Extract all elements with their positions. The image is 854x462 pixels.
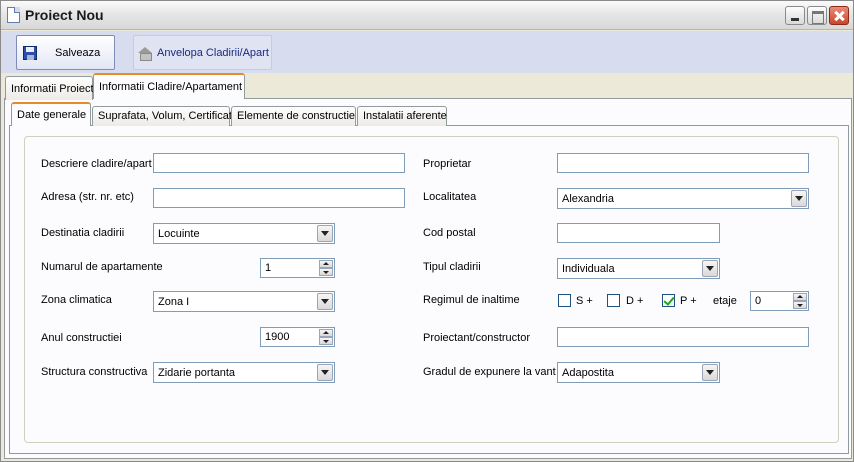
stepper-buttons [793,293,807,309]
tab-informatii-proiect-label: Informatii Proiect [11,83,94,95]
toolbar: Salveaza Anvelopa Cladirii/Apart [1,31,853,73]
d-checkbox[interactable] [607,294,620,307]
nr-apartamente-value: 1 [265,262,272,274]
save-button-label: Salveaza [55,47,101,59]
tab-date-generale[interactable]: Date generale [11,102,91,126]
tipul-label: Tipul cladirii [423,261,481,273]
cod-postal-label: Cod postal [423,227,476,239]
stepper-up-icon[interactable] [319,329,333,337]
floppy-disk-icon [23,46,37,60]
adresa-label: Adresa (str. nr. etc) [41,191,134,203]
stepper-up-icon[interactable] [793,293,807,301]
p-checkbox[interactable] [662,294,675,307]
descriere-label: Descriere cladire/apart [41,158,152,170]
proprietar-input[interactable] [557,153,809,173]
d-checkbox-label: D + [626,295,644,307]
project-window: Proiect Nou Salveaza Anvelopa Cladirii/A… [0,0,854,462]
chevron-down-icon[interactable] [702,260,718,277]
gradul-value: Adapostita [562,367,614,379]
title-bar[interactable]: Proiect Nou [1,1,853,30]
gradul-select[interactable]: Adapostita [557,362,720,383]
stepper-buttons [319,329,333,345]
tab-informatii-proiect[interactable]: Informatii Proiect [5,76,94,100]
localitatea-label: Localitatea [423,191,477,203]
anul-value: 1900 [265,331,290,343]
stepper-down-icon[interactable] [319,337,333,345]
maximize-button[interactable] [807,6,827,25]
building-envelope-button-label: Anvelopa Cladirii/Apart [157,47,269,59]
zona-climatica-select[interactable]: Zona I [153,291,335,312]
nr-apartamente-stepper[interactable]: 1 [260,258,335,278]
stepper-down-icon[interactable] [319,268,333,276]
tab-suprafata-label: Suprafata, Volum, Certificat [98,110,232,122]
destinatia-select[interactable]: Locuinte [153,223,335,244]
anul-stepper[interactable]: 1900 [260,327,335,347]
proiectant-input[interactable] [557,327,809,347]
structura-value: Zidarie portanta [158,367,236,379]
descriere-input[interactable] [153,153,405,173]
adresa-input[interactable] [153,188,405,208]
tab-elemente-constructie[interactable]: Elemente de constructie [231,106,356,126]
close-button[interactable] [829,6,849,25]
localitatea-value: Alexandria [562,193,614,205]
chevron-down-icon[interactable] [317,364,333,381]
window-title: Proiect Nou [25,7,104,23]
etaje-value: 0 [755,295,762,307]
zona-climatica-label: Zona climatica [41,294,112,306]
tab-elemente-constructie-label: Elemente de constructie [237,110,356,122]
s-checkbox[interactable] [558,294,571,307]
proiectant-label: Proiectant/constructor [423,332,530,344]
save-button[interactable]: Salveaza [16,35,115,70]
stepper-buttons [319,260,333,276]
s-checkbox-label: S + [576,295,593,307]
building-envelope-button[interactable]: Anvelopa Cladirii/Apart [133,35,272,70]
chevron-down-icon[interactable] [791,190,807,207]
minimize-button[interactable] [785,6,805,25]
gradul-label: Gradul de expunere la vant [423,366,556,378]
regimul-label: Regimul de inaltime [423,294,520,306]
house-icon [138,47,152,61]
zona-climatica-value: Zona I [158,296,190,308]
structura-select[interactable]: Zidarie portanta [153,362,335,383]
proprietar-label: Proprietar [423,158,472,170]
tab-instalatii-label: Instalatii aferente [363,110,447,122]
tab-date-generale-label: Date generale [17,109,87,121]
tipul-value: Individuala [562,263,615,275]
destinatia-label: Destinatia cladirii [41,227,125,239]
stepper-up-icon[interactable] [319,260,333,268]
localitatea-select[interactable]: Alexandria [557,188,809,209]
chevron-down-icon[interactable] [317,225,333,242]
chevron-down-icon[interactable] [317,293,333,310]
tipul-select[interactable]: Individuala [557,258,720,279]
tab-informatii-cladire[interactable]: Informatii Cladire/Apartament [93,73,245,99]
anul-label: Anul constructiei [41,332,122,344]
chevron-down-icon[interactable] [702,364,718,381]
nr-apartamente-label: Numarul de apartamente [41,261,163,273]
cod-postal-input[interactable] [557,223,720,243]
tab-suprafata[interactable]: Suprafata, Volum, Certificat [92,106,232,126]
p-checkbox-label: P + [680,295,697,307]
tab-informatii-cladire-label: Informatii Cladire/Apartament [99,81,243,93]
etaje-label: etaje [713,295,737,307]
general-data-group [24,136,839,443]
stepper-down-icon[interactable] [793,301,807,309]
etaje-stepper[interactable]: 0 [750,291,809,311]
tab-instalatii[interactable]: Instalatii aferente [357,106,447,126]
destinatia-value: Locuinte [158,228,200,240]
document-icon [7,7,20,23]
structura-label: Structura constructiva [41,366,148,378]
